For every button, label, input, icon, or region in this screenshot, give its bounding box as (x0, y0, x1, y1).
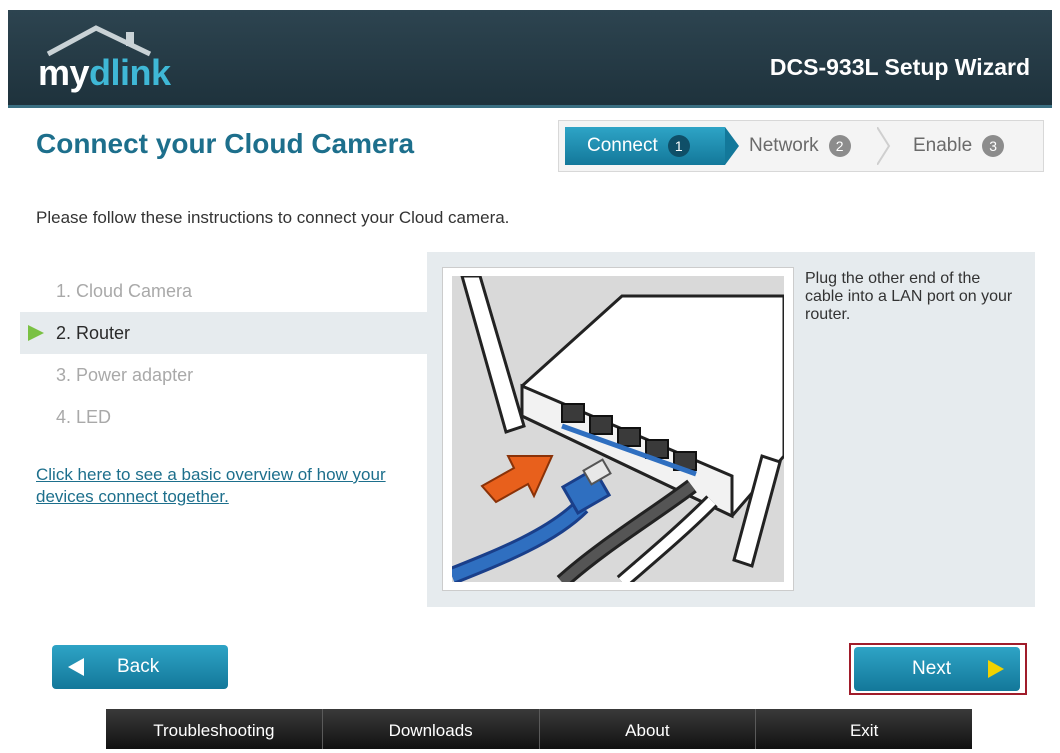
overview-link[interactable]: Click here to see a basic overview of ho… (36, 464, 416, 508)
step-number-badge: 2 (828, 134, 851, 157)
list-item-label: 4. LED (56, 407, 112, 427)
list-item-label: 3. Power adapter (56, 365, 194, 385)
step-number-badge: 1 (667, 134, 690, 157)
logo-text: mydlink (38, 52, 171, 94)
footer-downloads-link[interactable]: Downloads (323, 709, 540, 749)
play-arrow-icon (28, 325, 44, 341)
step-network: Network 2 (731, 127, 883, 165)
back-button-label: Back (117, 656, 160, 677)
back-button[interactable]: Back (52, 645, 228, 689)
step-label: Network (749, 135, 819, 156)
wizard-title: DCS-933L Setup Wizard (769, 54, 1030, 80)
list-item-power-adapter[interactable]: 3. Power adapter (20, 354, 430, 396)
instructions-text: Please follow these instructions to conn… (36, 208, 510, 227)
step-indicator: Connect 1 Network 2 Enable 3 (558, 120, 1044, 172)
next-button-label: Next (912, 658, 952, 679)
page-title: Connect your Cloud Camera (36, 128, 415, 159)
step-enable: Enable 3 (889, 127, 1039, 165)
footer-exit-link[interactable]: Exit (756, 709, 972, 749)
footer-nav: Troubleshooting Downloads About Exit (106, 709, 972, 749)
list-item-led[interactable]: 4. LED (20, 396, 430, 438)
router-illustration (442, 267, 794, 591)
step-connect: Connect 1 (565, 127, 725, 165)
instruction-panel: Plug the other end of the cable into a L… (427, 252, 1035, 607)
footer-troubleshooting-link[interactable]: Troubleshooting (106, 709, 323, 749)
list-item-label: 2. Router (56, 323, 131, 343)
logo-my: my (38, 52, 90, 93)
logo-dlink: dlink (89, 52, 171, 93)
step-number-badge: 3 (982, 134, 1005, 157)
step-label: Enable (913, 135, 973, 156)
list-item-cloud-camera[interactable]: 1. Cloud Camera (20, 270, 430, 312)
connection-steps-list: 1. Cloud Camera 2. Router 3. Power adapt… (20, 270, 430, 438)
list-item-router[interactable]: 2. Router (20, 312, 430, 354)
panel-instruction-text: Plug the other end of the cable into a L… (805, 270, 1013, 323)
next-arrow-icon (988, 660, 1004, 678)
back-arrow-icon (68, 658, 84, 676)
step-label: Connect (587, 135, 658, 156)
router-cable-illustration (452, 276, 784, 582)
list-item-label: 1. Cloud Camera (56, 281, 193, 301)
next-button[interactable]: Next (854, 647, 1020, 691)
header-bar: mydlink DCS-933L Setup Wizard (8, 10, 1052, 108)
mydlink-logo: mydlink (38, 24, 198, 94)
footer-about-link[interactable]: About (540, 709, 757, 749)
